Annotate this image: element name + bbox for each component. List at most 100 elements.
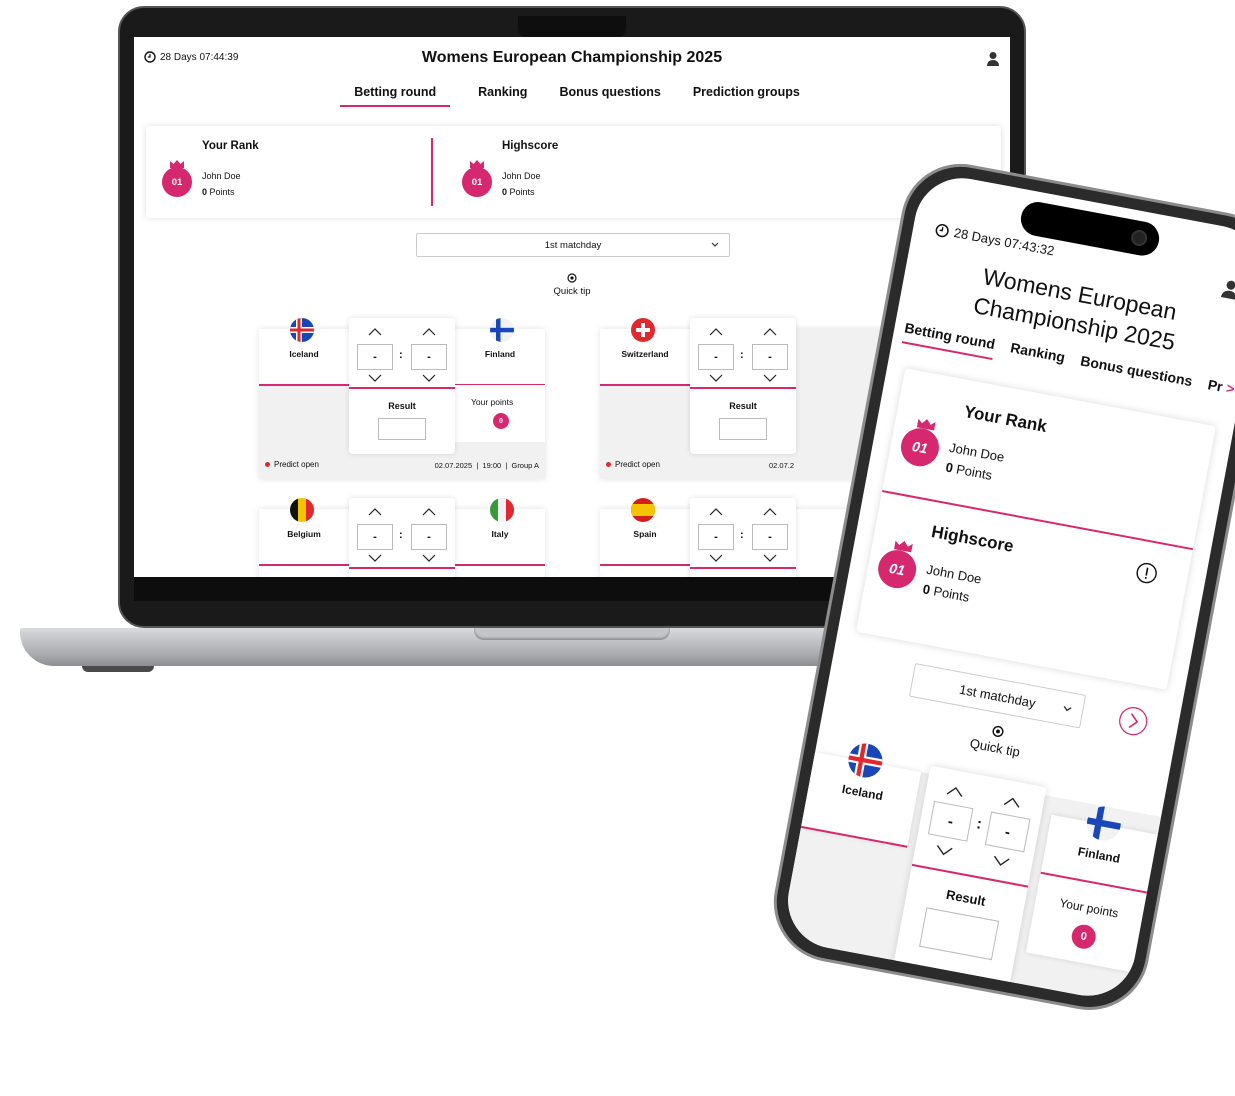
target-icon bbox=[992, 725, 1004, 737]
match-status: Predict open bbox=[265, 460, 319, 469]
score-input-panel: - : - bbox=[349, 498, 455, 577]
tab-prediction-groups[interactable]: Prediction groups bbox=[689, 85, 804, 107]
matchday-select-value: 1st matchday bbox=[958, 681, 1037, 711]
your-points-label: Your points bbox=[471, 397, 514, 407]
rank-summary-card: Your Rank 01 John Doe 0 Points Highscore… bbox=[855, 368, 1216, 690]
divider-line bbox=[455, 564, 545, 566]
chevron-down-icon[interactable] bbox=[763, 374, 777, 382]
chevron-down-icon[interactable] bbox=[763, 554, 777, 562]
italy-flag-icon bbox=[490, 498, 514, 522]
chevron-right-icon[interactable]: > bbox=[1225, 380, 1235, 397]
laptop-foot bbox=[82, 666, 154, 672]
rank-points-label: Points bbox=[955, 461, 994, 483]
chevron-up-icon[interactable] bbox=[763, 328, 777, 336]
quick-tip-label: Quick tip bbox=[553, 286, 591, 297]
main-tabs: Betting round Ranking Bonus questions Pr… bbox=[134, 85, 1010, 107]
divider-line bbox=[349, 567, 455, 569]
chevron-down-icon[interactable] bbox=[368, 554, 382, 562]
away-score-input[interactable]: - bbox=[411, 524, 447, 550]
result-box bbox=[378, 418, 426, 440]
chevron-up-icon[interactable] bbox=[1002, 796, 1022, 809]
quick-tip-button[interactable]: Quick tip bbox=[134, 273, 1010, 297]
home-score-input[interactable]: - bbox=[357, 524, 393, 550]
chevron-down-icon[interactable] bbox=[709, 554, 723, 562]
home-team-name: Spain bbox=[633, 529, 657, 539]
home-score-input[interactable]: - bbox=[357, 344, 393, 370]
laptop-hinge-cutout bbox=[474, 628, 670, 640]
next-matchday-button[interactable] bbox=[1116, 704, 1151, 739]
target-icon bbox=[567, 273, 577, 283]
rank-points-value: 0 bbox=[202, 187, 208, 197]
chevron-down-icon[interactable] bbox=[934, 844, 954, 857]
info-icon[interactable] bbox=[1134, 560, 1160, 586]
away-score-input[interactable]: - bbox=[411, 344, 447, 370]
chevron-down-icon[interactable] bbox=[422, 374, 436, 382]
chevron-down-icon[interactable] bbox=[991, 855, 1011, 868]
highscore-points: 0 Points bbox=[502, 187, 535, 197]
quick-tip-label: Quick tip bbox=[968, 735, 1022, 760]
match-status: Predict open bbox=[606, 460, 660, 469]
status-text: Predict open bbox=[615, 460, 660, 469]
chevron-down-icon bbox=[711, 242, 719, 247]
camera-icon bbox=[1129, 228, 1149, 248]
card-divider bbox=[431, 138, 433, 206]
your-points-badge: 0 bbox=[493, 413, 509, 429]
chevron-up-icon[interactable] bbox=[422, 508, 436, 516]
tab-bonus-questions[interactable]: Bonus questions bbox=[555, 85, 664, 107]
tab-ranking[interactable]: Ranking bbox=[1008, 339, 1066, 373]
chevron-down-icon[interactable] bbox=[709, 374, 723, 382]
match-meta: 02.07.2 bbox=[769, 461, 795, 470]
your-rank-heading: Your Rank bbox=[962, 401, 1049, 437]
home-score-input[interactable]: - bbox=[698, 524, 734, 550]
score-separator: : bbox=[740, 529, 744, 541]
result-label: Result bbox=[729, 401, 757, 411]
highscore-points: 0 Points bbox=[922, 581, 971, 604]
tab-ranking[interactable]: Ranking bbox=[474, 85, 531, 107]
away-team-name: Italy bbox=[491, 529, 509, 539]
tab-prediction-groups-label: Pr bbox=[1206, 376, 1225, 395]
clock-icon bbox=[935, 223, 949, 237]
rank-badge: 01 bbox=[897, 425, 943, 470]
rank-points: 0 Points bbox=[202, 187, 235, 197]
home-score-input[interactable]: - bbox=[927, 800, 974, 842]
match-card: Iceland Finland Your points 0 - : - Resu… bbox=[780, 740, 1162, 1004]
divider-line bbox=[690, 567, 796, 569]
away-score-input[interactable]: - bbox=[752, 344, 788, 370]
away-score-input[interactable]: - bbox=[984, 811, 1031, 853]
score-separator: : bbox=[740, 349, 744, 361]
highscore-heading: Highscore bbox=[502, 140, 559, 152]
home-team-name: Iceland bbox=[289, 349, 319, 359]
highscore-badge: 01 bbox=[874, 546, 920, 592]
chevron-up-icon[interactable] bbox=[709, 328, 723, 336]
user-icon[interactable] bbox=[1219, 277, 1235, 302]
tab-betting-round[interactable]: Betting round bbox=[340, 85, 451, 107]
chevron-up-icon[interactable] bbox=[368, 508, 382, 516]
chevron-up-icon[interactable] bbox=[368, 328, 382, 336]
home-score-input[interactable]: - bbox=[698, 344, 734, 370]
chevron-down-icon[interactable] bbox=[422, 554, 436, 562]
user-icon[interactable] bbox=[986, 51, 1000, 67]
matchday-select-value: 1st matchday bbox=[544, 239, 602, 251]
home-team-name: Belgium bbox=[287, 529, 321, 539]
score-input-panel: - : - bbox=[690, 498, 796, 577]
result-box bbox=[919, 907, 1000, 961]
matchday-select[interactable]: 1st matchday bbox=[416, 233, 730, 257]
highscore-points-label: Points bbox=[932, 583, 971, 605]
chevron-up-icon[interactable] bbox=[422, 328, 436, 336]
tab-betting-round[interactable]: Betting round bbox=[901, 319, 997, 361]
away-score-input[interactable]: - bbox=[752, 524, 788, 550]
chevron-down-icon[interactable] bbox=[368, 374, 382, 382]
highscore-points-value: 0 bbox=[502, 187, 508, 197]
tab-bonus-questions[interactable]: Bonus questions bbox=[1078, 352, 1194, 396]
chevron-up-icon[interactable] bbox=[945, 785, 965, 798]
highscore-points-label: Points bbox=[509, 187, 535, 197]
divider-line bbox=[690, 387, 796, 389]
tab-prediction-groups[interactable]: Pr > bbox=[1205, 376, 1235, 405]
result-label: Result bbox=[388, 401, 416, 411]
score-input-panel: - : - Result bbox=[893, 765, 1047, 984]
rank-points-label: Points bbox=[209, 187, 235, 197]
rank-badge: 01 bbox=[162, 167, 192, 197]
chevron-up-icon[interactable] bbox=[763, 508, 777, 516]
score-separator: : bbox=[399, 529, 403, 541]
chevron-up-icon[interactable] bbox=[709, 508, 723, 516]
